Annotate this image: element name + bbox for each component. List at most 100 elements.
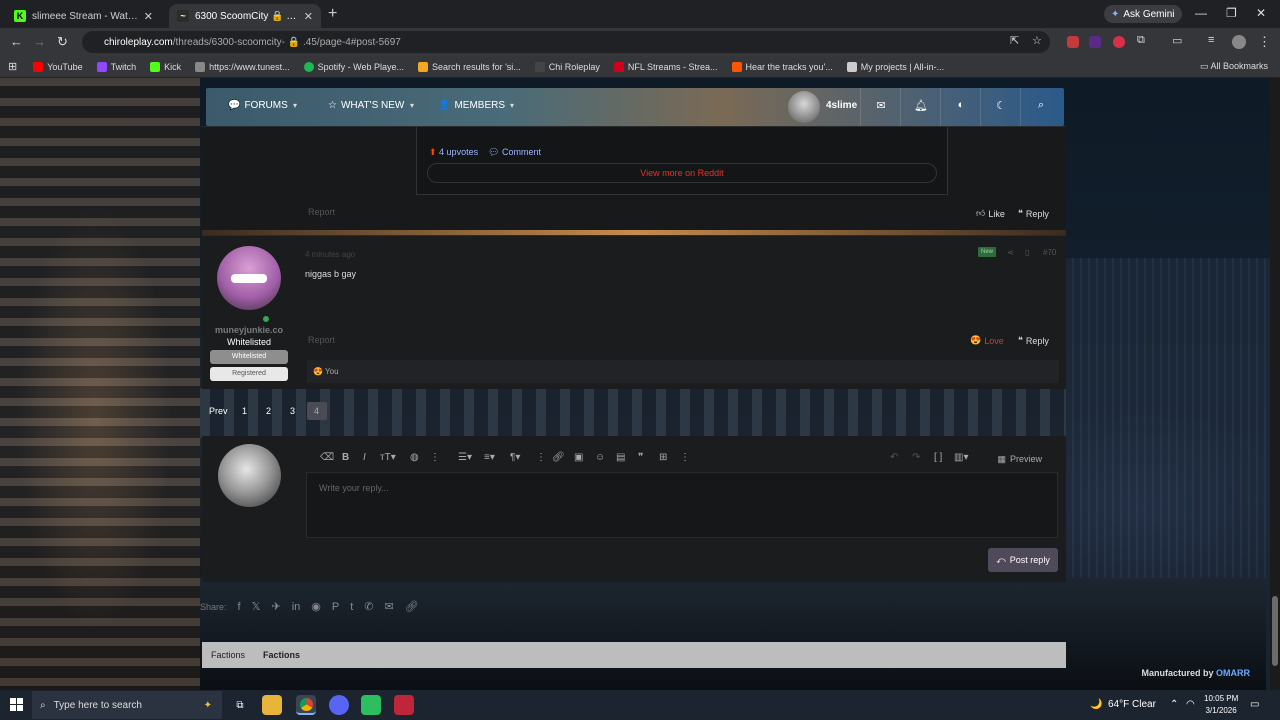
love-reaction-button[interactable]: 😍 Love [970,335,1004,346]
page-link-1[interactable]: 1 [235,402,255,420]
tab-close-icon[interactable]: ✕ [304,10,313,23]
extension-icon[interactable] [1067,36,1079,48]
page-link-2[interactable]: 2 [259,402,279,420]
like-button[interactable]: 👍︎ Like [976,208,1005,219]
drafts-icon[interactable]: ▥▾ [954,452,968,463]
browser-tab-forum[interactable]: ~ 6300 ScoomCity 🔒 | Page 4 | The ✕ [169,4,321,28]
post-reply-button[interactable]: ⤺ Post reply [988,548,1058,572]
preview-button[interactable]: ▦ Preview [989,449,1050,469]
forward-icon[interactable]: → [33,34,46,49]
reddit-icon[interactable]: ◉ [311,600,321,613]
page-link-current[interactable]: 4 [306,402,327,420]
scrollbar-thumb[interactable] [1272,596,1278,666]
mail-icon[interactable]: ✉ [861,99,901,112]
browser-tab-kick[interactable]: K slimeee Stream - Watch Live on Kick ✕ [6,4,161,28]
breadcrumb-item[interactable]: Factions [202,650,254,660]
bookmark-chi-roleplay[interactable]: Chi Roleplay [534,61,600,72]
ask-gemini-button[interactable]: ✦ Ask Gemini [1104,5,1182,23]
downloads-icon[interactable]: ≡ [1208,34,1214,46]
extension-icon[interactable] [1089,36,1101,48]
more-options-icon[interactable]: ⋮ [680,452,690,463]
x-twitter-icon[interactable]: 𝕏 [252,600,261,613]
more-options-icon[interactable]: ⋮ [536,452,546,463]
bookmark-twitch[interactable]: Twitch [96,61,136,72]
install-app-icon[interactable]: ⇱ [1010,34,1019,47]
comment-link[interactable]: 💬︎ Comment [488,147,541,158]
bookmark-kick[interactable]: Kick [150,61,181,72]
user-avatar[interactable] [788,91,820,123]
eraser-icon[interactable]: ⌫ [320,452,334,463]
post-number[interactable]: #70 [1043,248,1056,257]
view-more-on-reddit-button[interactable]: View more on Reddit [427,163,937,183]
moon-icon[interactable]: ☾ [981,99,1021,112]
report-link[interactable]: Report [308,207,335,217]
more-options-icon[interactable]: ⋮ [430,452,440,463]
reply-editor[interactable]: Write your reply... [306,472,1058,538]
post-timestamp[interactable]: 4 minutes ago [305,250,355,259]
link-icon[interactable]: 🔗︎ [552,452,565,463]
chevron-down-icon[interactable]: ▾ [510,101,514,110]
poster-avatar[interactable] [217,246,281,323]
nav-members[interactable]: 👤 MEMBERS [438,100,505,111]
table-icon[interactable]: ⊞ [659,452,667,463]
chevron-up-icon[interactable]: ⌃ [1170,699,1178,710]
author-link[interactable]: OMARR [1216,668,1250,678]
reply-button[interactable]: ❝ Reply [1018,335,1049,346]
bookmark-spotify[interactable]: Spotify - Web Playe... [303,61,404,72]
menu-kebab-icon[interactable]: ⋮ [1258,34,1271,50]
sidepanel-icon[interactable]: ▭ [1172,34,1182,47]
new-tab-button[interactable]: + [328,5,337,23]
file-explorer-icon[interactable] [262,695,282,715]
bell-icon[interactable]: 🔔︎ [901,99,941,112]
reply-button[interactable]: ❝ Reply [1018,208,1049,219]
undo-icon[interactable]: ↶ [890,452,898,463]
quote-icon[interactable]: ❞ [638,452,643,463]
pinterest-icon[interactable]: P [332,601,339,613]
share-icon[interactable]: ⋖ [1007,248,1014,257]
nav-forums[interactable]: 💬 FORUMS [228,100,288,111]
bookmark-my-projects[interactable]: My projects | All-in-... [846,61,944,72]
close-window-icon[interactable]: ✕ [1256,6,1266,20]
poster-username[interactable]: muneyjunkie.co [202,325,296,335]
task-view-icon[interactable]: ⧉ [230,695,250,715]
toggle-icon[interactable]: ◐ [941,99,981,111]
profile-avatar-icon[interactable] [1232,35,1246,49]
redo-icon[interactable]: ↷ [912,452,920,463]
maximize-icon[interactable]: ❐ [1226,6,1237,20]
my-avatar[interactable] [218,444,281,507]
system-clock[interactable]: 10:05 PM 3/1/2026 [1204,693,1238,717]
report-link[interactable]: Report [308,335,335,345]
bluesky-icon[interactable]: ✈ [271,600,280,613]
align-icon[interactable]: ≡▾ [484,452,495,463]
bookmark-hear-tracks[interactable]: Hear the tracks you'... [731,61,833,72]
bookmark-icon[interactable]: ▯ [1025,248,1029,257]
chrome-icon[interactable] [296,695,316,715]
chevron-down-icon[interactable]: ▾ [410,101,414,110]
whatsapp-icon[interactable]: ✆ [364,600,373,613]
page-link-3[interactable]: 3 [283,402,303,420]
media-icon[interactable]: ▤ [616,452,625,463]
link-icon[interactable]: 🔗︎ [405,600,419,613]
bookmark-nfl-streams[interactable]: NFL Streams - Strea... [613,61,718,72]
reload-icon[interactable]: ↻ [57,34,68,50]
upvotes[interactable]: ⬆ 4 upvotes [429,147,478,158]
list-icon[interactable]: ☰▾ [458,452,472,463]
linkedin-icon[interactable]: in [292,601,301,613]
email-icon[interactable]: ✉ [384,600,393,613]
extension-icon[interactable] [1113,36,1125,48]
app-icon[interactable] [394,695,414,715]
tumblr-icon[interactable]: t [350,601,353,613]
nav-whats-new[interactable]: ☆ WHAT'S NEW [328,100,404,111]
pagination-prev[interactable]: Prev [206,402,231,420]
weather-text[interactable]: 64°F Clear [1108,699,1156,710]
bookmark-tunest[interactable]: https://www.tunest... [195,61,290,72]
back-icon[interactable]: ← [10,34,23,49]
extensions-puzzle-icon[interactable]: ⧉ [1137,34,1145,47]
text-size-icon[interactable]: тT▾ [380,452,396,463]
windows-start-icon[interactable] [10,698,23,711]
search-icon[interactable]: ⌕ [1021,99,1061,112]
taskbar-search[interactable]: ⌕ Type here to search ✦ [32,691,222,719]
bbcode-toggle-icon[interactable]: [ ] [934,452,942,463]
discord-icon[interactable] [329,695,349,715]
notification-icon[interactable]: ▭ [1250,699,1259,710]
